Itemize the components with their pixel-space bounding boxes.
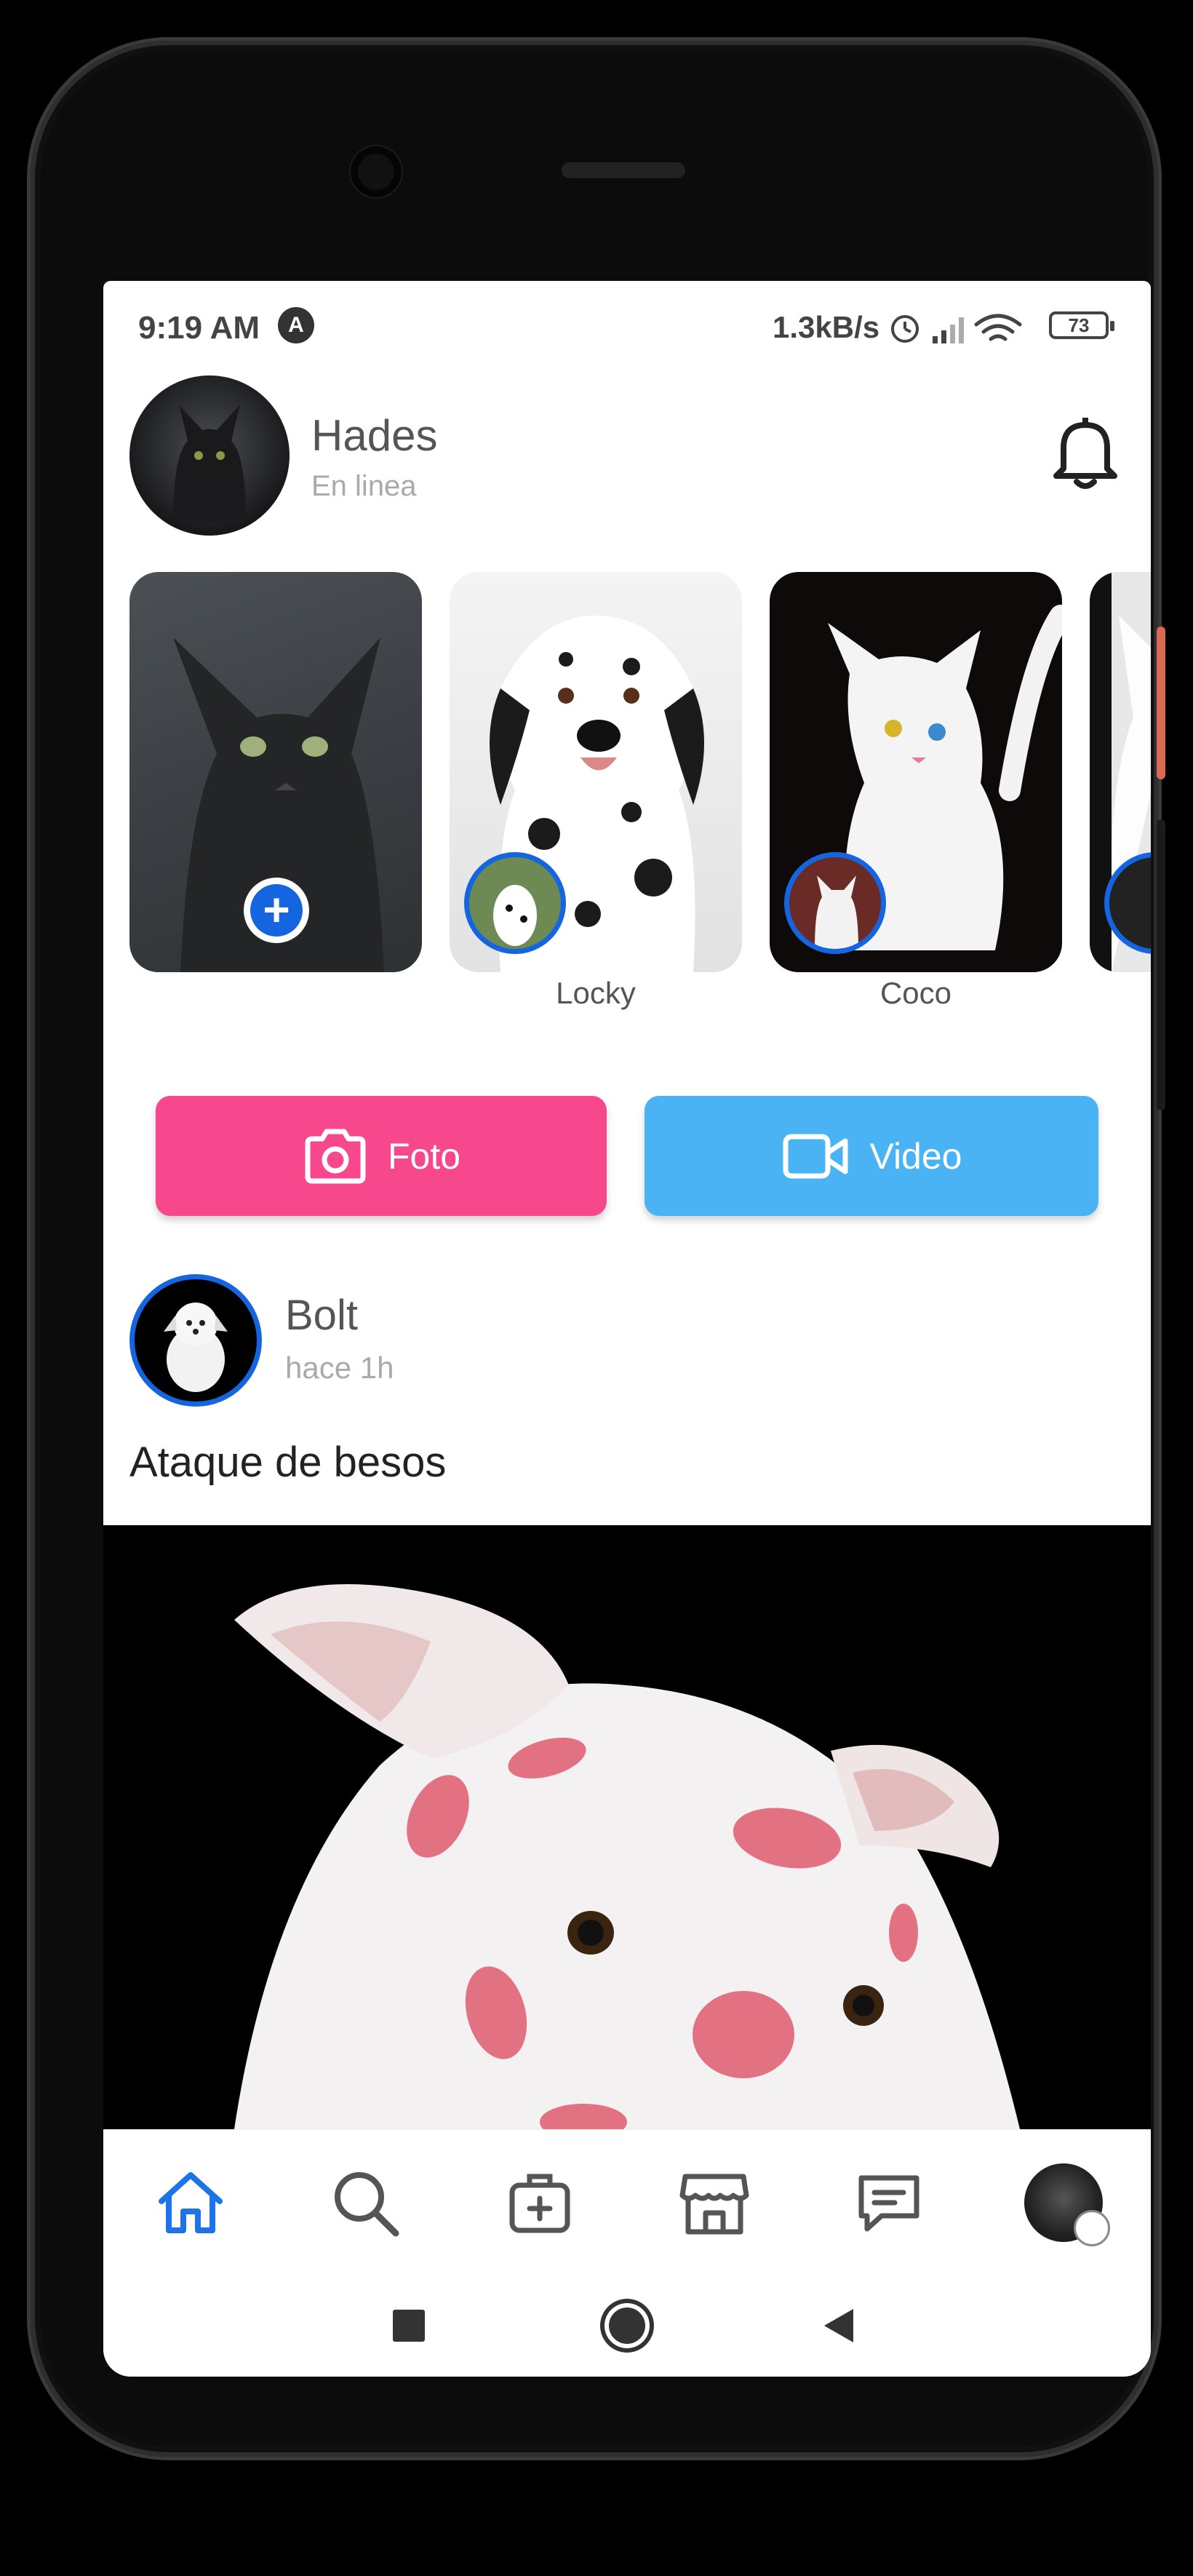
status-bar: 9:19 AM A 1.3kB/s 73: [103, 281, 1151, 375]
video-button[interactable]: Video: [645, 1096, 1098, 1216]
app-screen: 9:19 AM A 1.3kB/s 73 Hades En linea + Lo…: [103, 281, 1151, 2377]
nav-chat[interactable]: [845, 2159, 933, 2246]
story-card-coco[interactable]: [770, 572, 1062, 972]
app-indicator-icon: A: [278, 307, 314, 343]
network-speed: 1.3kB/s: [773, 310, 880, 344]
bottom-navigation: [103, 2129, 1151, 2275]
profile-avatar: [1024, 2163, 1110, 2246]
status-time: 9:19 AM: [138, 310, 260, 346]
plus-icon: +: [250, 884, 303, 937]
home-icon: [159, 2172, 223, 2233]
nav-home[interactable]: [147, 2159, 234, 2246]
android-navigation-bar: [103, 2275, 1151, 2377]
circle-icon: [609, 2307, 645, 2344]
story-card-add[interactable]: +: [129, 572, 422, 972]
medical-kit-icon: [509, 2174, 570, 2233]
story-card-locky[interactable]: [450, 572, 742, 972]
post-caption: Ataque de besos: [129, 1439, 447, 1486]
earpiece-speaker: [562, 162, 685, 178]
story-label-locky: Locky: [556, 976, 636, 1010]
video-button-label: Video: [869, 1135, 962, 1177]
nav-store[interactable]: [671, 2159, 758, 2246]
chat-icon: [858, 2175, 919, 2232]
volume-button: [1157, 627, 1165, 779]
story-avatar-locky: [464, 852, 566, 954]
store-icon: [679, 2174, 749, 2235]
story-card-partial[interactable]: [1090, 572, 1151, 972]
post-author-avatar[interactable]: [129, 1274, 262, 1407]
kissed-dog-image: [234, 1584, 1020, 2129]
nav-profile[interactable]: [1020, 2159, 1110, 2246]
stories-carousel[interactable]: + Locky Coco: [103, 572, 1151, 1038]
nav-search[interactable]: [322, 2159, 409, 2246]
video-camera-icon: [783, 1134, 847, 1178]
signal-icon: [933, 317, 964, 343]
story-avatar-coco: [784, 852, 886, 954]
foto-button-label: Foto: [387, 1135, 461, 1177]
back-triangle-icon: [824, 2309, 853, 2342]
cat-silhouette-image: [173, 405, 246, 521]
battery-icon: 73: [1049, 311, 1114, 339]
post-timestamp: hace 1h: [285, 1351, 394, 1385]
story-label-coco: Coco: [879, 976, 952, 1010]
post-image[interactable]: [103, 1525, 1151, 2129]
camera-icon: [305, 1129, 366, 1183]
profile-avatar[interactable]: [129, 375, 290, 536]
post-author-name[interactable]: Bolt: [285, 1291, 358, 1340]
search-icon: [335, 2172, 399, 2237]
profile-name: Hades: [311, 411, 438, 460]
notification-bell-icon[interactable]: [1049, 412, 1122, 492]
recents-button[interactable]: [380, 2297, 438, 2355]
front-camera: [351, 146, 402, 197]
profile-status: En linea: [311, 470, 417, 502]
foto-button[interactable]: Foto: [156, 1096, 607, 1216]
power-button: [1157, 819, 1165, 1110]
home-button[interactable]: [598, 2297, 656, 2355]
add-story-button[interactable]: +: [244, 878, 309, 943]
phone-frame: 9:19 AM A 1.3kB/s 73 Hades En linea + Lo…: [31, 41, 1165, 2457]
puppy-avatar-image: [164, 1303, 228, 1392]
wifi-icon: [974, 314, 1022, 341]
alarm-icon: [891, 315, 919, 343]
square-icon: [393, 2310, 425, 2342]
nav-health[interactable]: [496, 2159, 583, 2246]
menu-badge-icon: [1074, 2210, 1110, 2246]
back-button[interactable]: [809, 2297, 867, 2355]
